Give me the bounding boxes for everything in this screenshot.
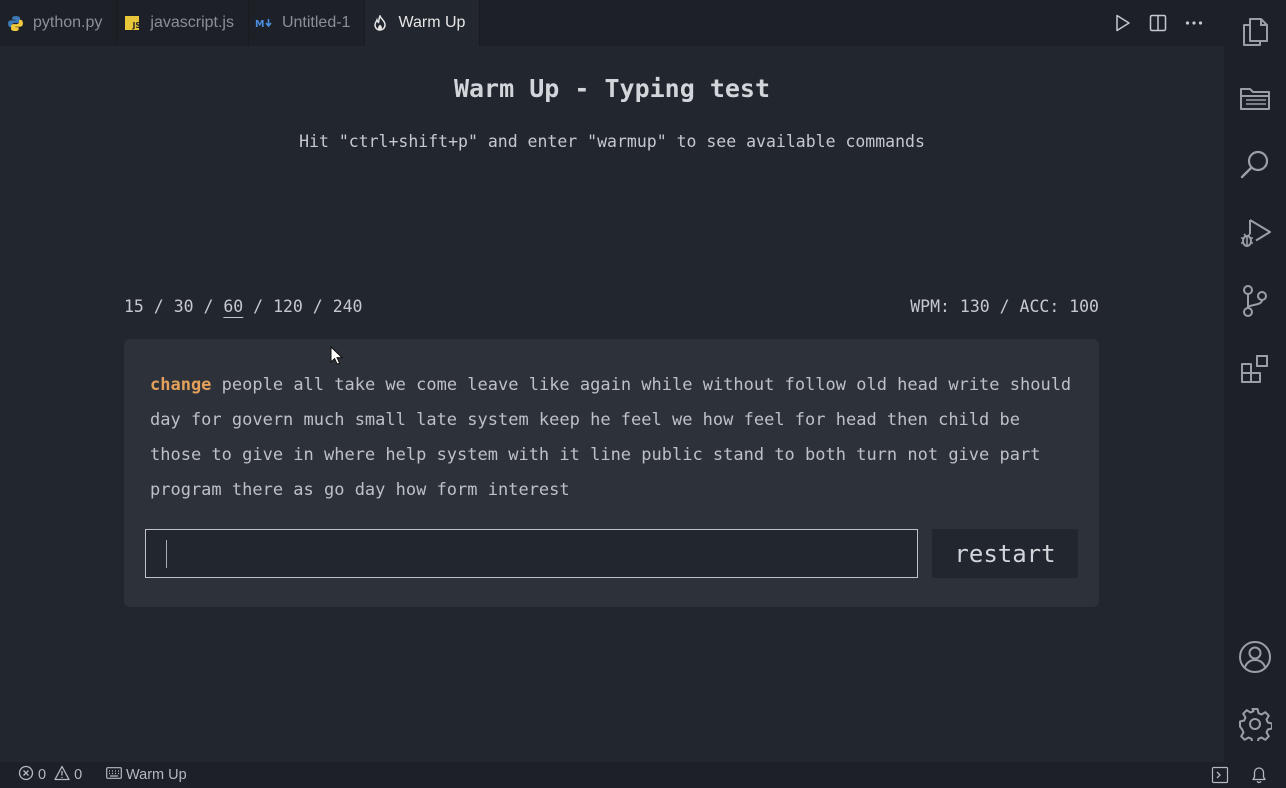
typing-input[interactable] — [145, 529, 918, 578]
activity-bar — [1224, 0, 1286, 762]
stats-readout: WPM: 130 / ACC: 100 — [910, 297, 1099, 316]
warning-icon — [54, 765, 70, 785]
accuracy-value: 100 — [1069, 297, 1099, 316]
split-editor-icon[interactable] — [1146, 11, 1170, 35]
test-length-selector: 15 / 30 / 60 / 120 / 240 — [124, 297, 363, 316]
terminal-toggle-icon[interactable] — [1211, 762, 1229, 788]
error-count: 0 — [38, 767, 47, 783]
javascript-icon: JS — [123, 14, 141, 32]
mode-option[interactable]: 15 — [124, 297, 144, 316]
markdown-icon: M — [255, 14, 273, 32]
settings-gear-icon[interactable] — [1237, 706, 1273, 742]
svg-text:M: M — [255, 19, 264, 29]
mode-option[interactable]: 120 — [273, 297, 303, 316]
tab-label: javascript.js — [150, 14, 234, 31]
warm-up-status-item[interactable]: Warm Up — [106, 762, 187, 788]
tab-bar: python.py JS javascript.js M Untitled-1 … — [0, 0, 1224, 46]
tab-python[interactable]: python.py — [0, 0, 118, 46]
search-icon[interactable] — [1237, 147, 1273, 183]
error-icon — [18, 765, 34, 785]
account-icon[interactable] — [1237, 639, 1273, 675]
extensions-icon[interactable] — [1237, 351, 1273, 387]
status-bar: 0 0 Warm Up — [0, 762, 1286, 788]
explorer-icon[interactable] — [1237, 14, 1273, 50]
warm-up-view: Warm Up - Typing test Hit "ctrl+shift+p"… — [0, 46, 1224, 762]
remaining-words: people all take we come leave like again… — [150, 375, 1072, 500]
warning-count: 0 — [74, 767, 83, 783]
restart-button[interactable]: restart — [932, 529, 1078, 578]
more-actions-icon[interactable] — [1182, 11, 1206, 35]
mode-option-selected[interactable]: 60 — [223, 297, 243, 316]
page-title: Warm Up - Typing test — [453, 74, 771, 103]
keyboard-icon — [106, 767, 122, 783]
problems-indicator[interactable]: 0 0 — [18, 762, 82, 788]
notifications-bell-icon[interactable] — [1251, 762, 1267, 788]
run-debug-icon[interactable] — [1237, 215, 1273, 251]
mode-option[interactable]: 240 — [333, 297, 363, 316]
source-control-icon[interactable] — [1237, 283, 1273, 319]
mode-option[interactable]: 30 — [174, 297, 194, 316]
tab-untitled[interactable]: M Untitled-1 — [249, 0, 366, 46]
tab-javascript[interactable]: JS javascript.js — [117, 0, 249, 46]
tab-warm-up[interactable]: Warm Up — [365, 0, 481, 46]
typing-card: change people all take we come leave lik… — [124, 339, 1099, 607]
tab-label: Untitled-1 — [281, 14, 351, 31]
tab-label: python.py — [33, 14, 103, 31]
folder-icon[interactable] — [1237, 80, 1273, 116]
run-icon[interactable] — [1110, 11, 1134, 35]
status-label: Warm Up — [126, 767, 187, 783]
word-list: change people all take we come leave lik… — [150, 368, 1075, 508]
page-subtitle: Hit "ctrl+shift+p" and enter "warmup" to… — [299, 132, 925, 151]
flame-icon — [371, 14, 389, 32]
python-icon — [6, 14, 24, 32]
wpm-value: 130 — [959, 297, 990, 316]
tab-label: Warm Up — [398, 14, 466, 31]
mouse-pointer-icon — [330, 345, 344, 371]
current-word: change — [150, 375, 212, 395]
svg-text:JS: JS — [132, 21, 140, 30]
